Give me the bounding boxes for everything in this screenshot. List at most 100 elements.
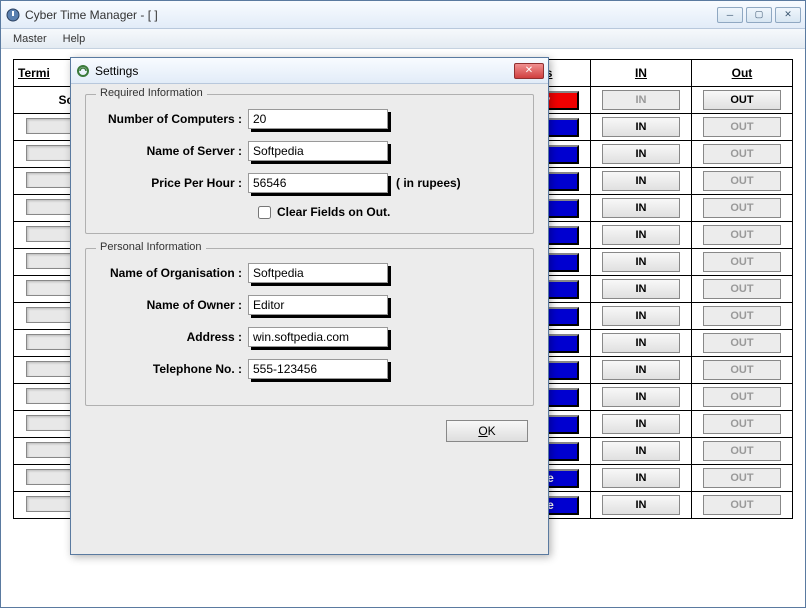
- org-label: Name of Organisation :: [98, 266, 248, 280]
- maximize-button[interactable]: ▢: [746, 7, 772, 23]
- num-computers-input[interactable]: [248, 109, 388, 129]
- out-button[interactable]: OUT: [703, 90, 781, 110]
- main-window: Cyber Time Manager - [ ] ─ ▢ ✕ Master He…: [0, 0, 806, 608]
- price-note: ( in rupees): [396, 176, 461, 190]
- address-input[interactable]: [248, 327, 388, 347]
- out-cell: OUT: [691, 438, 792, 465]
- out-button: OUT: [703, 360, 781, 380]
- out-cell: OUT: [691, 492, 792, 519]
- out-cell: OUT: [691, 222, 792, 249]
- required-info-legend: Required Information: [96, 87, 207, 99]
- server-name-label: Name of Server :: [98, 144, 248, 158]
- in-cell: IN: [590, 114, 691, 141]
- menu-master[interactable]: Master: [5, 31, 55, 47]
- out-cell: OUT: [691, 87, 792, 114]
- owner-input[interactable]: [248, 295, 388, 315]
- tel-label: Telephone No. :: [98, 362, 248, 376]
- in-cell: IN: [590, 411, 691, 438]
- in-cell: IN: [590, 330, 691, 357]
- menubar: Master Help: [1, 29, 805, 49]
- out-button: OUT: [703, 387, 781, 407]
- out-button: OUT: [703, 468, 781, 488]
- header-out: Out: [691, 60, 792, 87]
- in-button[interactable]: IN: [602, 252, 680, 272]
- in-cell: IN: [590, 384, 691, 411]
- settings-dialog: Settings ✕ Required Information Number o…: [70, 57, 549, 555]
- in-button[interactable]: IN: [602, 441, 680, 461]
- out-button: OUT: [703, 171, 781, 191]
- settings-icon: [75, 63, 91, 79]
- in-button[interactable]: IN: [602, 198, 680, 218]
- out-button: OUT: [703, 252, 781, 272]
- in-button[interactable]: IN: [602, 360, 680, 380]
- in-cell: IN: [590, 141, 691, 168]
- dialog-titlebar: Settings ✕: [71, 58, 548, 84]
- personal-info-group: Personal Information Name of Organisatio…: [85, 248, 534, 406]
- header-in: IN: [590, 60, 691, 87]
- out-cell: OUT: [691, 411, 792, 438]
- window-title: Cyber Time Manager - [ ]: [25, 8, 717, 22]
- out-cell: OUT: [691, 384, 792, 411]
- ok-button[interactable]: OK: [446, 420, 528, 442]
- in-button[interactable]: IN: [602, 171, 680, 191]
- in-cell: IN: [590, 168, 691, 195]
- minimize-button[interactable]: ─: [717, 7, 743, 23]
- in-button[interactable]: IN: [602, 333, 680, 353]
- menu-help[interactable]: Help: [55, 31, 94, 47]
- in-cell: IN: [590, 222, 691, 249]
- in-cell: IN: [590, 492, 691, 519]
- out-button: OUT: [703, 198, 781, 218]
- required-info-group: Required Information Number of Computers…: [85, 94, 534, 234]
- out-cell: OUT: [691, 195, 792, 222]
- out-cell: OUT: [691, 141, 792, 168]
- out-cell: OUT: [691, 249, 792, 276]
- address-label: Address :: [98, 330, 248, 344]
- in-cell: IN: [590, 357, 691, 384]
- org-input[interactable]: [248, 263, 388, 283]
- num-computers-label: Number of Computers :: [98, 112, 248, 126]
- in-button[interactable]: IN: [602, 117, 680, 137]
- in-cell: IN: [590, 276, 691, 303]
- in-button[interactable]: IN: [602, 495, 680, 515]
- in-button[interactable]: IN: [602, 225, 680, 245]
- in-cell: IN: [590, 249, 691, 276]
- in-button[interactable]: IN: [602, 306, 680, 326]
- out-button: OUT: [703, 279, 781, 299]
- out-button: OUT: [703, 333, 781, 353]
- in-button[interactable]: IN: [602, 144, 680, 164]
- out-cell: OUT: [691, 168, 792, 195]
- out-button: OUT: [703, 441, 781, 461]
- in-button[interactable]: IN: [602, 468, 680, 488]
- clear-fields-label: Clear Fields on Out.: [277, 205, 390, 219]
- owner-label: Name of Owner :: [98, 298, 248, 312]
- out-button: OUT: [703, 117, 781, 137]
- titlebar: Cyber Time Manager - [ ] ─ ▢ ✕: [1, 1, 805, 29]
- out-button: OUT: [703, 144, 781, 164]
- out-cell: OUT: [691, 303, 792, 330]
- dialog-title: Settings: [95, 64, 514, 78]
- server-name-input[interactable]: [248, 141, 388, 161]
- in-cell: IN: [590, 303, 691, 330]
- in-cell: IN: [590, 465, 691, 492]
- out-cell: OUT: [691, 330, 792, 357]
- out-button: OUT: [703, 414, 781, 434]
- clear-fields-checkbox[interactable]: [258, 206, 271, 219]
- out-cell: OUT: [691, 114, 792, 141]
- in-button[interactable]: IN: [602, 387, 680, 407]
- price-input[interactable]: [248, 173, 388, 193]
- app-icon: [5, 7, 21, 23]
- out-button: OUT: [703, 225, 781, 245]
- close-button[interactable]: ✕: [775, 7, 801, 23]
- in-cell: IN: [590, 87, 691, 114]
- tel-input[interactable]: [248, 359, 388, 379]
- in-cell: IN: [590, 195, 691, 222]
- out-cell: OUT: [691, 276, 792, 303]
- in-button[interactable]: IN: [602, 279, 680, 299]
- in-button[interactable]: IN: [602, 414, 680, 434]
- price-label: Price Per Hour :: [98, 176, 248, 190]
- out-cell: OUT: [691, 465, 792, 492]
- dialog-close-button[interactable]: ✕: [514, 63, 544, 79]
- personal-info-legend: Personal Information: [96, 241, 206, 253]
- out-button: OUT: [703, 306, 781, 326]
- out-button: OUT: [703, 495, 781, 515]
